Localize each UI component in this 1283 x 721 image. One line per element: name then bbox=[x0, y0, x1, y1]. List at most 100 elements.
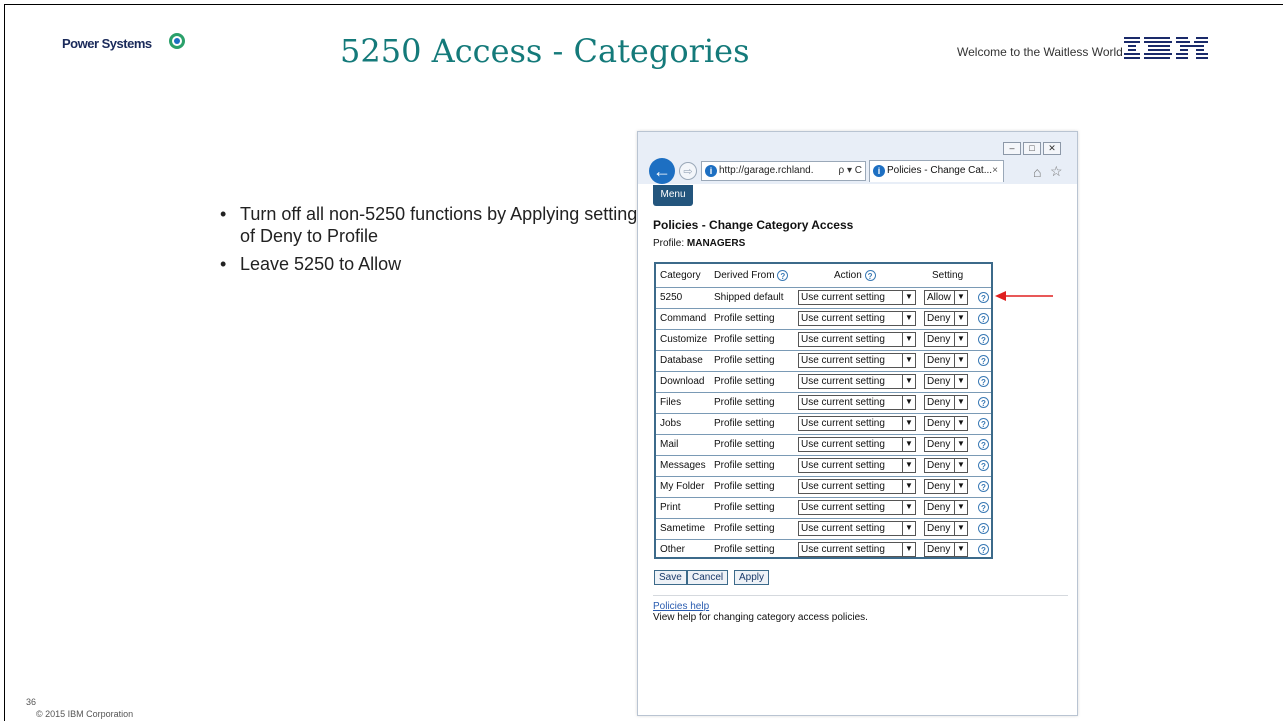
help-icon[interactable]: ? bbox=[978, 460, 989, 471]
help-icon[interactable]: ? bbox=[978, 376, 989, 387]
chevron-down-icon[interactable]: ▼ bbox=[954, 479, 967, 494]
setting-select[interactable]: Allow ▼ bbox=[924, 290, 968, 305]
address-tools[interactable]: ρ ▾ C bbox=[836, 162, 862, 180]
table-row: My Folder Profile setting Use current sett… bbox=[656, 476, 991, 497]
setting-select[interactable]: Deny ▼ bbox=[924, 374, 968, 389]
apply-button[interactable]: Apply bbox=[734, 570, 770, 585]
action-select[interactable]: Use current setting ▼ bbox=[798, 500, 916, 515]
chevron-down-icon[interactable]: ▼ bbox=[902, 521, 915, 536]
action-select[interactable]: Use current setting ▼ bbox=[798, 542, 916, 557]
chevron-down-icon[interactable]: ▼ bbox=[954, 290, 967, 305]
setting-select[interactable]: Deny ▼ bbox=[924, 500, 968, 515]
action-select-value: Use current setting bbox=[801, 544, 885, 555]
chevron-down-icon[interactable]: ▼ bbox=[902, 437, 915, 452]
help-icon[interactable]: ? bbox=[864, 270, 876, 281]
chevron-down-icon[interactable]: ▼ bbox=[902, 500, 915, 515]
chevron-down-icon[interactable]: ▼ bbox=[954, 521, 967, 536]
setting-select[interactable]: Deny ▼ bbox=[924, 311, 968, 326]
setting-select-value: Deny bbox=[927, 439, 951, 450]
chevron-down-icon[interactable]: ▼ bbox=[954, 416, 967, 431]
action-select[interactable]: Use current setting ▼ bbox=[798, 353, 916, 368]
chevron-down-icon[interactable]: ▼ bbox=[954, 353, 967, 368]
chevron-down-icon[interactable]: ▼ bbox=[902, 542, 915, 557]
derived-from-cell: Profile setting bbox=[714, 334, 775, 345]
address-text: http://garage.rchland. bbox=[719, 165, 814, 176]
action-select[interactable]: Use current setting ▼ bbox=[798, 395, 916, 410]
category-cell: Download bbox=[660, 376, 705, 387]
chevron-down-icon[interactable]: ▼ bbox=[902, 332, 915, 347]
setting-select[interactable]: Deny ▼ bbox=[924, 458, 968, 473]
bullet-list: Turn off all non-5250 functions by Apply… bbox=[218, 203, 640, 281]
chevron-down-icon[interactable]: ▼ bbox=[954, 395, 967, 410]
chevron-down-icon[interactable]: ▼ bbox=[954, 542, 967, 557]
save-button[interactable]: Save bbox=[654, 570, 687, 585]
chevron-down-icon[interactable]: ▼ bbox=[902, 458, 915, 473]
chevron-down-icon[interactable]: ▼ bbox=[902, 353, 915, 368]
action-select[interactable]: Use current setting ▼ bbox=[798, 332, 916, 347]
help-icon[interactable]: ? bbox=[978, 439, 989, 450]
help-icon[interactable]: ? bbox=[978, 334, 989, 345]
setting-select[interactable]: Deny ▼ bbox=[924, 353, 968, 368]
action-select[interactable]: Use current setting ▼ bbox=[798, 479, 916, 494]
address-bar[interactable]: i http://garage.rchland. ρ ▾ C bbox=[701, 161, 866, 181]
action-select[interactable]: Use current setting ▼ bbox=[798, 374, 916, 389]
chevron-down-icon[interactable]: ▼ bbox=[954, 437, 967, 452]
table-row: Customize Profile setting Use current sett… bbox=[656, 329, 991, 350]
page-number: 36 bbox=[26, 697, 37, 707]
setting-select[interactable]: Deny ▼ bbox=[924, 332, 968, 347]
help-icon[interactable]: ? bbox=[978, 355, 989, 366]
maximize-button[interactable]: □ bbox=[1023, 142, 1041, 155]
action-select[interactable]: Use current setting ▼ bbox=[798, 458, 916, 473]
setting-select[interactable]: Deny ▼ bbox=[924, 416, 968, 431]
help-icon[interactable]: ? bbox=[978, 502, 989, 513]
help-icon[interactable]: ? bbox=[978, 544, 989, 555]
close-window-button[interactable]: ✕ bbox=[1043, 142, 1061, 155]
chevron-down-icon[interactable]: ▼ bbox=[954, 374, 967, 389]
setting-select[interactable]: Deny ▼ bbox=[924, 479, 968, 494]
chevron-down-icon[interactable]: ▼ bbox=[954, 500, 967, 515]
action-select[interactable]: Use current setting ▼ bbox=[798, 290, 916, 305]
action-select-value: Use current setting bbox=[801, 439, 885, 450]
cancel-button[interactable]: Cancel bbox=[687, 570, 729, 585]
favorites-star-icon[interactable]: ☆ bbox=[1050, 163, 1063, 180]
profile-value: MANAGERS bbox=[686, 238, 746, 249]
copyright: © 2015 IBM Corporation bbox=[36, 709, 134, 719]
action-select[interactable]: Use current setting ▼ bbox=[798, 437, 916, 452]
chevron-down-icon[interactable]: ▼ bbox=[902, 479, 915, 494]
setting-select-value: Deny bbox=[927, 397, 951, 408]
chevron-down-icon[interactable]: ▼ bbox=[902, 374, 915, 389]
help-icon[interactable]: ? bbox=[978, 313, 989, 324]
chevron-down-icon[interactable]: ▼ bbox=[902, 290, 915, 305]
back-arrow-icon[interactable]: ← bbox=[649, 158, 675, 184]
action-select[interactable]: Use current setting ▼ bbox=[798, 416, 916, 431]
setting-select[interactable]: Deny ▼ bbox=[924, 521, 968, 536]
action-select[interactable]: Use current setting ▼ bbox=[798, 521, 916, 536]
setting-select-value: Deny bbox=[927, 313, 951, 324]
chevron-down-icon[interactable]: ▼ bbox=[902, 395, 915, 410]
help-icon[interactable]: ? bbox=[978, 418, 989, 429]
chevron-down-icon[interactable]: ▼ bbox=[954, 332, 967, 347]
chevron-down-icon[interactable]: ▼ bbox=[954, 311, 967, 326]
forward-arrow-icon[interactable]: ⇨ bbox=[679, 162, 697, 180]
policies-help-link[interactable]: Policies help bbox=[653, 601, 709, 612]
home-icon[interactable]: ⌂ bbox=[1033, 164, 1041, 180]
action-select[interactable]: Use current setting ▼ bbox=[798, 311, 916, 326]
help-icon[interactable]: ? bbox=[978, 481, 989, 492]
tab-close-icon[interactable]: × bbox=[992, 161, 998, 181]
browser-tab[interactable]: i Policies - Change Cat... × bbox=[869, 160, 1004, 182]
help-icon[interactable]: ? bbox=[978, 397, 989, 408]
help-icon[interactable]: ? bbox=[978, 292, 989, 303]
chevron-down-icon[interactable]: ▼ bbox=[902, 416, 915, 431]
chevron-down-icon[interactable]: ▼ bbox=[902, 311, 915, 326]
help-icon[interactable]: ? bbox=[777, 270, 789, 281]
chevron-down-icon[interactable]: ▼ bbox=[954, 458, 967, 473]
derived-from-cell: Profile setting bbox=[714, 313, 775, 324]
menu-button[interactable]: Menu bbox=[653, 185, 693, 206]
help-icon[interactable]: ? bbox=[978, 523, 989, 534]
setting-select[interactable]: Deny ▼ bbox=[924, 395, 968, 410]
action-select-value: Use current setting bbox=[801, 355, 885, 366]
minimize-button[interactable]: – bbox=[1003, 142, 1021, 155]
setting-select[interactable]: Deny ▼ bbox=[924, 437, 968, 452]
category-cell: 5250 bbox=[660, 292, 683, 303]
setting-select[interactable]: Deny ▼ bbox=[924, 542, 968, 557]
